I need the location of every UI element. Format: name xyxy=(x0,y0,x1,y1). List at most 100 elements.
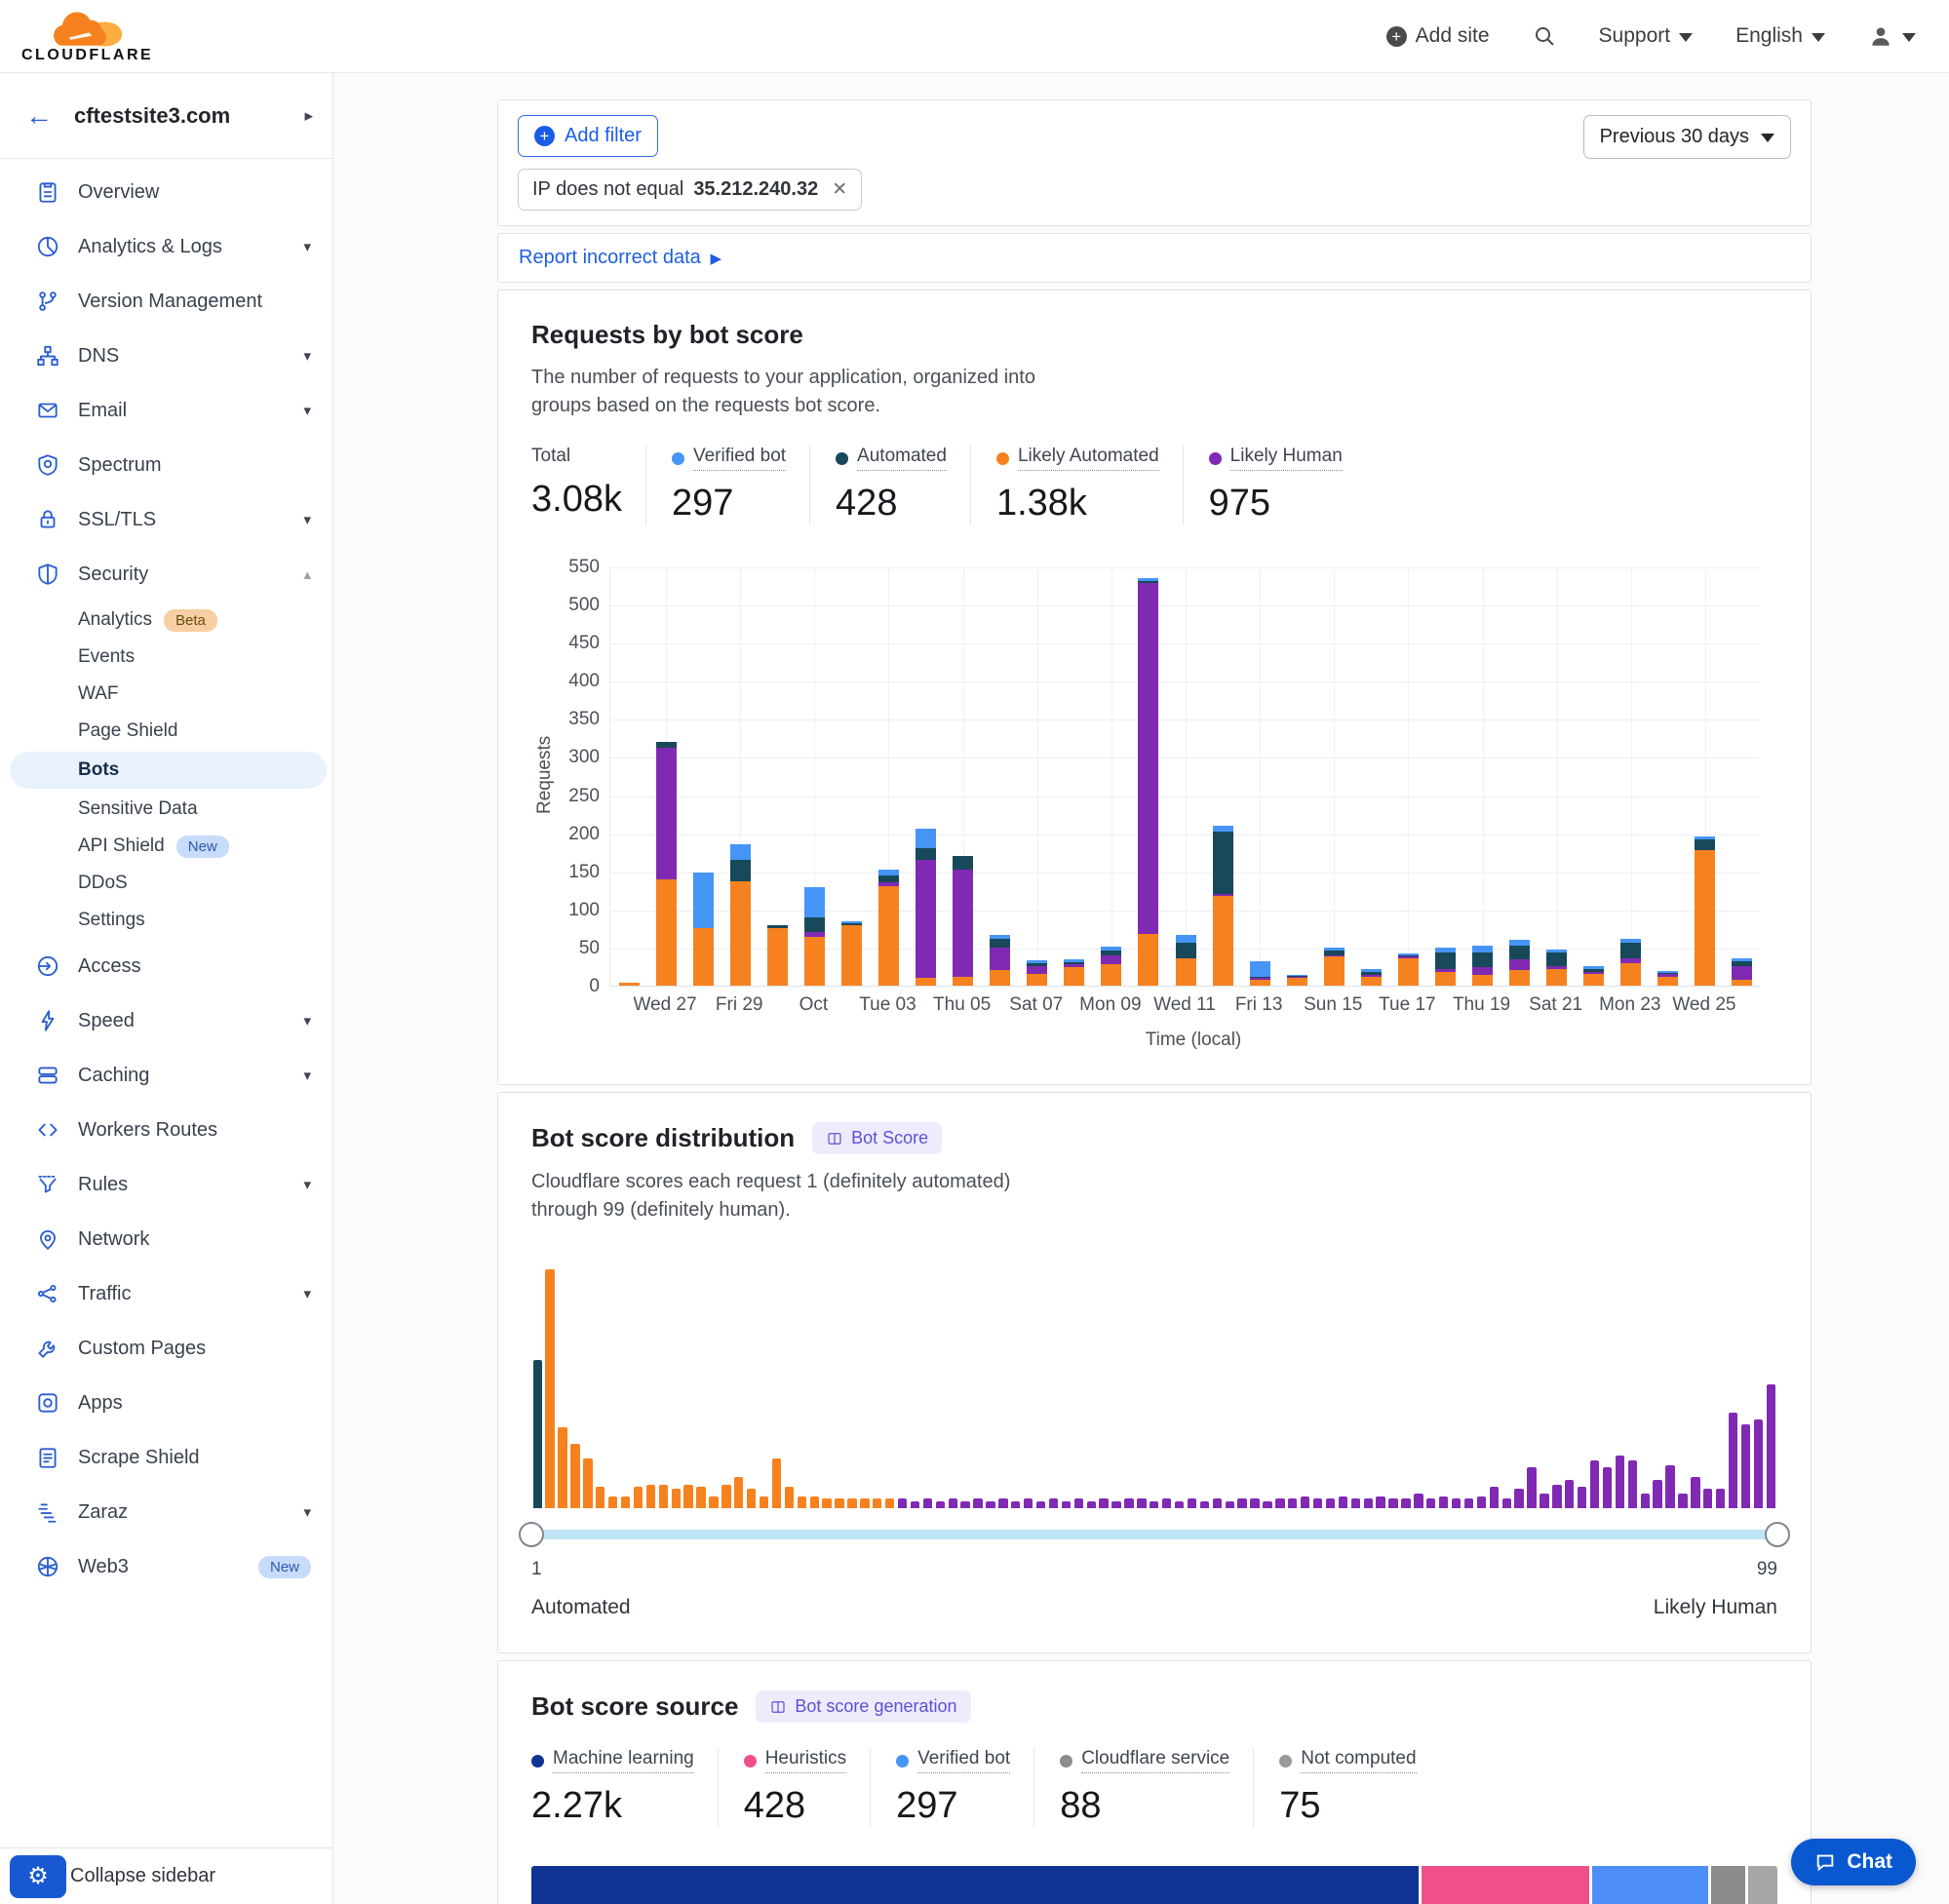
histogram-bar xyxy=(608,1496,617,1508)
language-menu[interactable]: English xyxy=(1735,24,1825,48)
histogram-bar xyxy=(873,1498,881,1508)
stacked-bar xyxy=(1732,958,1752,986)
sidebar-item-scrape-shield[interactable]: Scrape Shield xyxy=(0,1430,332,1485)
bar-segment-likely-automated xyxy=(1657,977,1678,986)
bar-segment-verified-bot xyxy=(1250,961,1270,977)
bar-segment-likely-automated xyxy=(804,937,825,986)
sidebar-item-custom-pages[interactable]: Custom Pages xyxy=(0,1321,332,1376)
sidebar-item-email[interactable]: Email▾ xyxy=(0,383,332,438)
sidebar-item-caching[interactable]: Caching▾ xyxy=(0,1048,332,1103)
remove-filter-icon[interactable]: ✕ xyxy=(832,178,847,201)
chat-button[interactable]: Chat xyxy=(1791,1839,1916,1885)
add-site-button[interactable]: + Add site xyxy=(1386,24,1490,48)
histogram-bar xyxy=(683,1485,692,1509)
sidebar-item-web3[interactable]: Web3New xyxy=(0,1539,332,1594)
sidebar-item-apps[interactable]: Apps xyxy=(0,1376,332,1430)
sidebar-item-analytics-logs[interactable]: Analytics & Logs▾ xyxy=(0,219,332,274)
stat-likely-automated: Likely Automated1.38k xyxy=(970,446,1183,525)
sidebar-item-overview[interactable]: Overview xyxy=(0,165,332,219)
sidebar-item-page-shield[interactable]: Page Shield xyxy=(0,713,332,750)
sidebar-item-access[interactable]: Access xyxy=(0,939,332,993)
slider-handle-max[interactable] xyxy=(1765,1522,1790,1547)
search-button[interactable] xyxy=(1533,24,1556,48)
sidebar-item-speed[interactable]: Speed▾ xyxy=(0,993,332,1048)
stacked-bar xyxy=(1546,950,1567,987)
stat-value: 1.38k xyxy=(996,483,1159,525)
sidebar: ← cftestsite3.com ▸ OverviewAnalytics & … xyxy=(0,73,333,1904)
sidebar-item-rules[interactable]: Rules▾ xyxy=(0,1157,332,1212)
stat-label: Cloudflare service xyxy=(1081,1748,1229,1773)
sidebar-item-api-shield[interactable]: API ShieldNew xyxy=(0,828,332,865)
slider-handle-min[interactable] xyxy=(519,1522,544,1547)
histogram-bar xyxy=(1514,1489,1523,1508)
sidebar-item-sensitive-data[interactable]: Sensitive Data xyxy=(0,791,332,828)
sidebar-item-waf[interactable]: WAF xyxy=(0,676,332,713)
bar-segment-automated xyxy=(953,856,973,870)
histogram-bar xyxy=(1439,1496,1448,1508)
bar-segment-likely-human xyxy=(1027,966,1047,974)
workers-routes-icon xyxy=(35,1117,60,1143)
sidebar-item-ssl-tls[interactable]: SSL/TLS▾ xyxy=(0,492,332,547)
slider-track[interactable] xyxy=(531,1530,1777,1539)
histogram-bar xyxy=(1703,1489,1712,1508)
gridline xyxy=(1037,567,1038,986)
chevron-down-icon xyxy=(1761,134,1774,142)
histogram-bar xyxy=(1388,1498,1397,1508)
sidebar-item-events[interactable]: Events xyxy=(0,639,332,676)
analytics-logs-icon xyxy=(35,234,60,259)
stat-total: Total3.08k xyxy=(531,446,645,525)
sidebar-item-label: Custom Pages xyxy=(78,1338,311,1360)
bar-segment-automated xyxy=(1213,832,1233,894)
back-arrow-icon[interactable]: ← xyxy=(25,100,53,132)
report-card: Report incorrect data ▶ xyxy=(497,233,1812,283)
sidebar-item-analytics[interactable]: AnalyticsBeta xyxy=(0,602,332,639)
bar-segment-likely-automated xyxy=(1398,958,1419,986)
cloudflare-logo[interactable]: CLOUDFLARE xyxy=(21,9,153,63)
sidebar-item-ddos[interactable]: DDoS xyxy=(0,865,332,902)
scrape-shield-icon xyxy=(35,1445,60,1470)
sidebar-item-network[interactable]: Network xyxy=(0,1212,332,1266)
bar-segment-likely-automated xyxy=(916,978,936,986)
sidebar-item-traffic[interactable]: Traffic▾ xyxy=(0,1266,332,1321)
histogram-bar xyxy=(1603,1467,1612,1508)
histogram-bar xyxy=(1426,1498,1435,1508)
sidebar-item-zaraz[interactable]: Zaraz▾ xyxy=(0,1485,332,1539)
add-filter-button[interactable]: + Add filter xyxy=(518,115,658,157)
bar-segment-automated xyxy=(1176,943,1196,958)
collapse-sidebar-button[interactable]: Collapse sidebar xyxy=(70,1865,215,1887)
sidebar-item-label: Scrape Shield xyxy=(78,1447,311,1469)
sidebar-item-bots[interactable]: Bots xyxy=(10,752,327,789)
histogram-bar xyxy=(583,1458,592,1508)
site-switcher[interactable]: ← cftestsite3.com ▸ xyxy=(0,73,332,159)
histogram-bar xyxy=(1339,1496,1347,1508)
bot-score-badge[interactable]: Bot Score xyxy=(812,1122,942,1154)
support-menu[interactable]: Support xyxy=(1599,24,1694,48)
sidebar-item-version-management[interactable]: Version Management xyxy=(0,274,332,329)
requests-stats: Total3.08kVerified bot297Automated428Lik… xyxy=(531,446,1777,525)
report-incorrect-data-link[interactable]: Report incorrect data ▶ xyxy=(519,247,721,268)
date-range-select[interactable]: Previous 30 days xyxy=(1583,115,1791,159)
histogram-bar xyxy=(1477,1496,1486,1508)
stat-verified-bot: Verified bot297 xyxy=(645,446,809,525)
gridline xyxy=(1483,567,1484,986)
sidebar-item-workers-routes[interactable]: Workers Routes xyxy=(0,1103,332,1157)
bot-score-generation-badge[interactable]: Bot score generation xyxy=(756,1690,970,1723)
spectrum-icon xyxy=(35,452,60,478)
book-icon xyxy=(826,1130,843,1147)
histogram-bar xyxy=(973,1498,982,1508)
sidebar-item-dns[interactable]: DNS▾ xyxy=(0,329,332,383)
chevron-down-icon: ▾ xyxy=(303,511,311,528)
histogram-bar xyxy=(696,1487,705,1508)
filter-chip[interactable]: IP does not equal 35.212.240.32 ✕ xyxy=(518,169,862,211)
settings-button[interactable]: ⚙ xyxy=(10,1855,66,1898)
stacked-bar xyxy=(767,925,788,986)
sidebar-item-label: Analytics & Logs xyxy=(78,236,303,258)
sidebar-item-security[interactable]: Security▴ xyxy=(0,547,332,602)
sidebar-item-spectrum[interactable]: Spectrum xyxy=(0,438,332,492)
account-menu[interactable] xyxy=(1868,23,1916,49)
histogram-bar xyxy=(1741,1424,1750,1508)
histogram-bar xyxy=(1552,1485,1561,1509)
sidebar-item-settings[interactable]: Settings xyxy=(0,902,332,939)
chevron-down-icon xyxy=(1812,33,1825,42)
sidebar-subitem-label: Analytics xyxy=(78,609,152,631)
